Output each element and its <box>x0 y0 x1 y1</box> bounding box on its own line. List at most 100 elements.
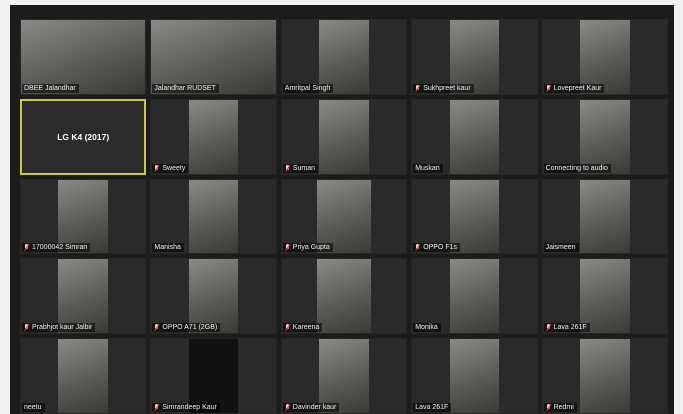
participant-name: Manisha <box>154 244 181 252</box>
participant-name: Jaismeen <box>545 244 576 252</box>
muted-microphone-icon <box>154 404 160 411</box>
participant-tile[interactable]: Kareena <box>280 258 408 335</box>
participant-tile[interactable]: Jaismeen <box>541 178 668 255</box>
participant-name: Monika <box>415 324 438 332</box>
participant-video <box>449 179 500 254</box>
muted-microphone-icon <box>546 404 552 411</box>
participant-name-tag: Lovepreet Kaur <box>543 83 605 93</box>
participant-video <box>449 339 500 413</box>
participant-name: Muskan <box>415 164 440 172</box>
muted-microphone-icon <box>24 244 30 251</box>
video-call-window: DBEE Jalandhar Jalandhar RUDSET Amritpal S… <box>10 5 674 414</box>
participant-name-tag: Kareena <box>282 323 323 333</box>
participant-video <box>188 99 239 174</box>
participant-name: Suman <box>292 164 315 172</box>
participant-video <box>188 179 239 254</box>
participant-video <box>579 259 630 334</box>
participant-name: OPPO A71 (2GB) <box>162 324 218 332</box>
participant-name: Prabhjot kaur Jalbir <box>32 324 93 332</box>
muted-microphone-icon <box>154 164 160 172</box>
active-speaker-tile[interactable]: LG K4 (2017) <box>20 98 147 175</box>
participant-video <box>21 20 146 94</box>
participant-tile[interactable]: Amritpal Singh <box>280 19 408 95</box>
participant-name: Priya Gupta <box>292 244 330 252</box>
participant-tile[interactable]: Davinder kaur <box>280 338 408 414</box>
participant-video <box>449 99 500 174</box>
participant-name-tag: 17000042 Simran <box>22 243 91 253</box>
participant-tile[interactable]: Simrandeep Kaur <box>150 338 277 414</box>
participant-tile[interactable]: DBEE Jalandhar <box>20 19 147 95</box>
participant-name: DBEE Jalandhar <box>24 84 76 92</box>
participant-name-tag: Priya Gupta <box>282 243 333 253</box>
participant-video <box>316 179 372 254</box>
participant-name-tag: Muskan <box>413 163 443 173</box>
participant-tile[interactable]: Sweety <box>150 98 277 175</box>
participant-name-tag: Amritpal Singh <box>282 83 334 93</box>
participant-name-tag: Sukhpreet kaur <box>413 83 474 93</box>
participant-video <box>449 20 500 94</box>
participant-video <box>151 20 276 94</box>
muted-microphone-icon <box>154 324 160 331</box>
participant-name: Simrandeep Kaur <box>162 404 217 411</box>
participant-name: Sukhpreet kaur <box>423 84 471 92</box>
participant-name: Jalandhar RUDSET <box>154 84 216 92</box>
participant-name-tag: OPPO F1s <box>413 243 461 253</box>
participant-name-tag: Connecting to audio <box>543 163 611 173</box>
participant-name-tag: Prabhjot kaur Jalbir <box>22 323 96 333</box>
participant-tile[interactable]: Jalandhar RUDSET <box>150 19 277 95</box>
participant-name-tag: Manisha <box>152 243 184 253</box>
participant-name-tag: Redmi <box>543 403 577 412</box>
participant-tile[interactable]: Connecting to audio <box>541 98 668 175</box>
participant-name-tag: Davinder kaur <box>282 403 340 412</box>
participant-video <box>58 339 109 413</box>
participant-tile[interactable]: 17000042 Simran <box>20 178 147 255</box>
participant-tile[interactable]: Manisha <box>150 178 277 255</box>
participant-video <box>58 259 109 334</box>
participant-tile[interactable]: Prabhjot kaur Jalbir <box>20 258 147 335</box>
participant-name-tag: DBEE Jalandhar <box>22 83 79 93</box>
participant-video <box>188 339 239 413</box>
participant-name-tag: OPPO A71 (2GB) <box>152 323 221 333</box>
participant-tile[interactable]: Priya Gupta <box>280 178 408 255</box>
participant-tile[interactable]: Suman <box>280 98 408 175</box>
participant-tile[interactable]: Lava 261F <box>411 338 538 414</box>
participant-tile[interactable]: Lava 261F <box>541 258 668 335</box>
muted-microphone-icon <box>24 324 30 331</box>
participant-video <box>449 259 500 334</box>
muted-microphone-icon <box>415 84 421 92</box>
muted-microphone-icon <box>285 404 291 411</box>
participant-video <box>319 339 369 413</box>
participant-video <box>316 259 372 334</box>
muted-microphone-icon <box>546 84 552 92</box>
participant-tile[interactable]: neetu <box>20 338 147 414</box>
participant-tile[interactable]: OPPO F1s <box>411 178 538 255</box>
muted-microphone-icon <box>285 244 291 251</box>
active-speaker-name: LG K4 (2017) <box>57 131 110 142</box>
participant-video <box>579 339 630 413</box>
participant-name-tag: Lava 261F <box>413 403 452 412</box>
participant-name-tag: Jalandhar RUDSET <box>152 83 219 93</box>
muted-microphone-icon <box>546 324 552 331</box>
participant-tile[interactable]: Monika <box>411 258 538 335</box>
participant-name: Lava 261F <box>553 324 587 332</box>
participant-name: Connecting to audio <box>545 164 608 172</box>
participant-tile[interactable]: Lovepreet Kaur <box>541 19 668 95</box>
participant-tile[interactable]: Sukhpreet kaur <box>411 19 538 95</box>
participant-video <box>579 179 630 254</box>
participant-name: Lava 261F <box>415 404 449 411</box>
participant-name-tag: Suman <box>282 163 318 173</box>
participant-name: 17000042 Simran <box>32 244 88 252</box>
participant-tile[interactable]: OPPO A71 (2GB) <box>150 258 277 335</box>
participant-video <box>188 259 239 334</box>
participant-tile[interactable]: Muskan <box>411 98 538 175</box>
participant-tile[interactable]: Redmi <box>541 338 668 414</box>
participant-video <box>579 20 630 94</box>
muted-microphone-icon <box>285 164 291 172</box>
participant-name-tag: neetu <box>22 403 45 412</box>
participant-name: Redmi <box>553 404 574 411</box>
participant-name: Davinder kaur <box>292 404 337 411</box>
participant-video <box>579 99 630 174</box>
participant-name: Amritpal Singh <box>284 84 331 92</box>
participant-name: OPPO F1s <box>423 244 458 252</box>
participant-name-tag: Simrandeep Kaur <box>152 403 220 412</box>
